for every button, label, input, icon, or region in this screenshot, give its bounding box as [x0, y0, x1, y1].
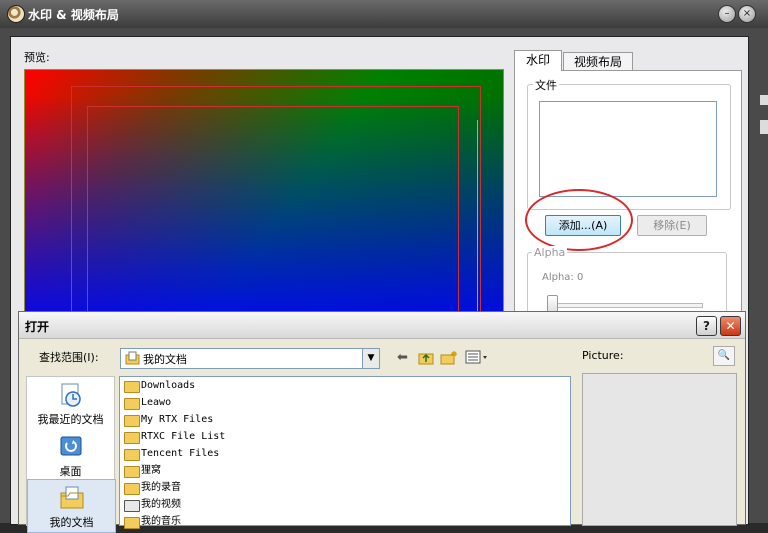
open-file-dialog: 打开 ? ✕ 查找范围(I): 我的文档 ▼ ⬅ 我最近的文档 桌面 我的文档 … [18, 311, 746, 533]
magnify-icon[interactable]: 🔍 [713, 346, 735, 366]
close-button[interactable]: × [738, 5, 756, 23]
background-window-edge [760, 120, 768, 134]
folder-icon [124, 381, 140, 393]
file-list-pane: Downloads Leawo My RTX Files RTXC File L… [119, 376, 571, 529]
recent-documents-icon [61, 383, 81, 407]
place-label: 桌面 [59, 465, 82, 478]
file-name: 狸窝 [141, 465, 161, 476]
desktop-icon [60, 436, 82, 456]
file-name: 我的音乐 [141, 516, 181, 527]
place-recent-documents[interactable]: 我最近的文档 [27, 377, 114, 429]
picture-preview-box [582, 373, 737, 526]
alpha-slider-track[interactable] [549, 303, 703, 308]
remove-watermark-button[interactable]: 移除(E) [637, 215, 707, 236]
new-folder-icon[interactable] [440, 350, 458, 368]
my-documents-icon [60, 486, 84, 509]
folder-icon [124, 415, 140, 427]
alpha-value-label: Alpha: 0 [542, 272, 584, 283]
folder-icon [124, 466, 140, 478]
minimize-button[interactable]: – [718, 5, 736, 23]
picture-label: Picture: [582, 349, 624, 362]
dialog-title-bar[interactable]: 打开 ? ✕ [19, 312, 745, 339]
place-desktop[interactable]: 桌面 [27, 429, 114, 481]
look-in-value: 我的文档 [143, 353, 187, 366]
background-window-edge [760, 95, 768, 105]
place-label: 我最近的文档 [37, 413, 104, 426]
window-title: 水印 & 视频布局 [28, 8, 119, 22]
up-folder-icon[interactable] [418, 350, 435, 368]
alpha-group-label: Alpha [532, 246, 568, 259]
folder-icon [124, 483, 140, 495]
folder-icon [124, 398, 140, 410]
tab-watermark[interactable]: 水印 [514, 50, 562, 71]
tab-video-layout[interactable]: 视频布局 [563, 52, 633, 71]
preview-label: 预览: [24, 51, 50, 64]
file-name: My RTX Files [141, 414, 214, 425]
dialog-close-button[interactable]: ✕ [720, 316, 741, 336]
highlight-ellipse [525, 189, 633, 251]
file-name: 我的视频 [141, 499, 181, 510]
file-name: 我的录音 [141, 482, 181, 493]
folder-icon [124, 449, 140, 461]
place-my-documents[interactable]: 我的文档 [27, 479, 116, 533]
music-folder-icon [124, 517, 140, 529]
look-in-label: 查找范围(I): [39, 351, 99, 364]
place-label: 我的文档 [49, 516, 94, 529]
folder-icon [124, 432, 140, 444]
preview-canvas [24, 69, 504, 348]
file-group-label: 文件 [533, 77, 559, 93]
window-title-bar[interactable]: 水印 & 视频布局 – × [0, 0, 768, 28]
look-in-combobox[interactable]: 我的文档 ▼ [120, 348, 380, 369]
app-logo-icon [7, 5, 25, 23]
file-name: Leawo [141, 397, 172, 408]
watermark-file-list[interactable] [539, 101, 717, 197]
my-documents-small-icon [125, 351, 140, 365]
file-name: Downloads [141, 380, 196, 391]
view-menu-icon[interactable] [465, 350, 489, 368]
file-name: Tencent Files [141, 448, 220, 459]
places-bar: 我最近的文档 桌面 我的文档 [26, 376, 116, 533]
file-name: RTXC File List [141, 431, 226, 442]
help-button[interactable]: ? [696, 316, 717, 336]
guide-line [477, 120, 478, 340]
back-arrow-icon[interactable]: ⬅ [397, 349, 408, 367]
video-folder-icon [124, 500, 140, 512]
dialog-title: 打开 [25, 320, 50, 334]
chevron-down-icon[interactable]: ▼ [362, 349, 379, 368]
